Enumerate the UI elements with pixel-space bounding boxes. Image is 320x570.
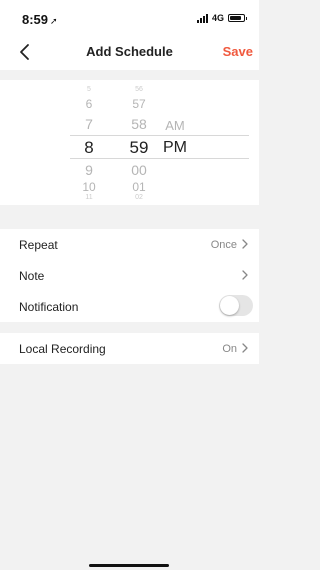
minute-option[interactable]: 56 [114,86,164,93]
local-recording-value: On [222,343,237,355]
ampm-option-selected[interactable]: PM [150,139,200,157]
nav-bar: Add Schedule Save [0,34,259,70]
minute-option[interactable]: 01 [114,180,164,194]
status-indicators: 4G [196,13,247,23]
notification-label: Notification [19,300,79,314]
location-arrow-icon: ➚ [50,16,58,26]
notification-toggle[interactable] [219,295,253,316]
hour-option[interactable]: 11 [64,194,114,201]
toggle-knob [220,296,239,315]
home-indicator [89,564,169,567]
ampm-option[interactable]: AM [150,118,200,133]
note-row[interactable]: Note [0,260,259,291]
status-bar: 8:59 ➚ 4G [0,0,259,34]
signal-icon [196,13,208,23]
hour-option[interactable]: 10 [64,180,114,194]
minute-option[interactable]: 57 [114,97,164,111]
picker-selection-line-top [70,135,249,136]
chevron-right-icon [242,239,248,249]
local-recording-row[interactable]: Local Recording On [0,333,259,364]
hour-option[interactable]: 5 [64,86,114,93]
time-picker[interactable]: 5 6 7 8 9 10 11 56 57 58 59 00 01 02 AM … [0,80,259,205]
minute-option[interactable]: 02 [114,194,164,201]
local-recording-label: Local Recording [19,342,106,356]
minute-option[interactable]: 00 [114,162,164,178]
note-label: Note [19,269,45,283]
hour-option[interactable]: 7 [64,116,114,132]
hour-option[interactable]: 6 [64,97,114,111]
repeat-label: Repeat [19,238,58,252]
repeat-value: Once [210,239,237,251]
hour-option-selected[interactable]: 8 [64,138,114,158]
chevron-right-icon [242,343,248,353]
picker-selection-line-bottom [70,158,249,159]
battery-icon [228,14,247,22]
status-time-text: 8:59 [22,12,49,27]
save-button[interactable]: Save [223,44,253,59]
repeat-row[interactable]: Repeat Once [0,229,259,260]
status-time: 8:59 ➚ [22,12,58,27]
chevron-right-icon [242,270,248,280]
network-type: 4G [211,13,224,23]
notification-row: Notification [0,291,259,322]
page-title: Add Schedule [86,44,173,59]
hour-option[interactable]: 9 [64,162,114,178]
